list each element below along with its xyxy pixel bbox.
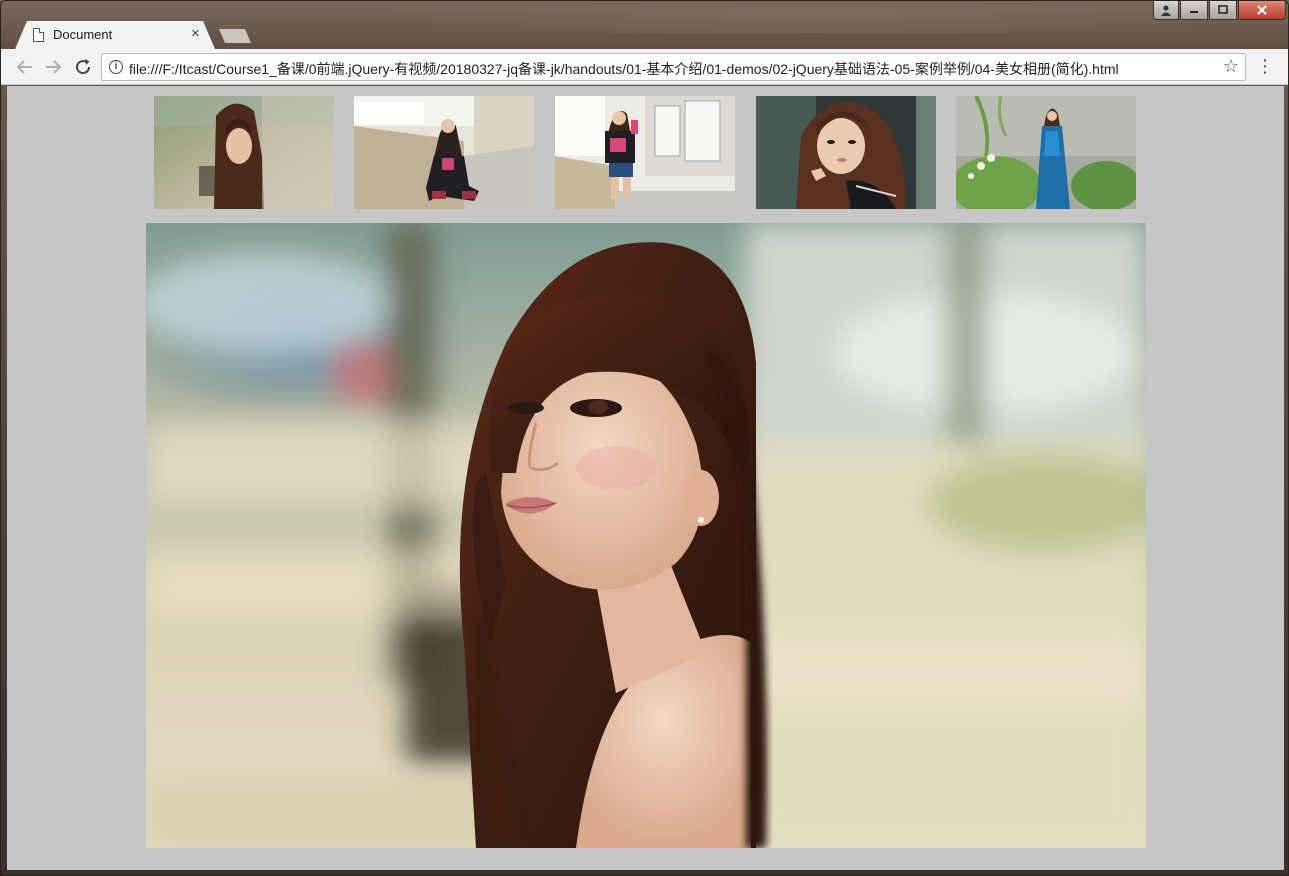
title-bar: Document × — [1, 1, 1288, 49]
info-icon[interactable]: i — [109, 60, 123, 74]
user-icon[interactable] — [1153, 1, 1179, 20]
back-arrow-icon[interactable] — [13, 55, 37, 79]
url-text[interactable]: file:///F:/Itcast/Course1_备课/0前端.jQuery-… — [129, 59, 1209, 79]
thumbnail-5[interactable] — [956, 96, 1136, 209]
thumbnail-4[interactable] — [756, 96, 936, 209]
new-tab-button[interactable] — [219, 29, 251, 43]
address-bar[interactable]: i file:///F:/Itcast/Course1_备课/0前端.jQuer… — [101, 53, 1246, 81]
thumbnail-1[interactable] — [154, 96, 334, 209]
reload-icon[interactable] — [71, 55, 95, 79]
thumbnail-3[interactable] — [555, 96, 735, 209]
star-icon[interactable]: ☆ — [1223, 56, 1239, 77]
minimize-icon[interactable] — [1180, 1, 1208, 20]
tab-close-button[interactable]: × — [191, 25, 200, 43]
browser-toolbar: i file:///F:/Itcast/Course1_备课/0前端.jQuer… — [1, 49, 1288, 85]
kebab-menu-icon[interactable]: ⋮ — [1256, 57, 1274, 75]
thumbnail-2[interactable] — [354, 96, 534, 209]
document-icon — [33, 28, 44, 42]
thumbnail-strip — [154, 96, 1144, 209]
window-controls — [1153, 1, 1286, 21]
tab-title: Document — [53, 27, 113, 42]
page-viewport — [7, 86, 1284, 870]
main-photo — [146, 223, 1146, 848]
close-icon[interactable] — [1238, 1, 1286, 20]
tab-document[interactable]: Document × — [15, 21, 215, 49]
forward-arrow-icon[interactable] — [41, 55, 65, 79]
maximize-icon[interactable] — [1209, 1, 1237, 20]
browser-window: Document × i file:///F:/Itcast/Course1_备… — [0, 0, 1289, 876]
